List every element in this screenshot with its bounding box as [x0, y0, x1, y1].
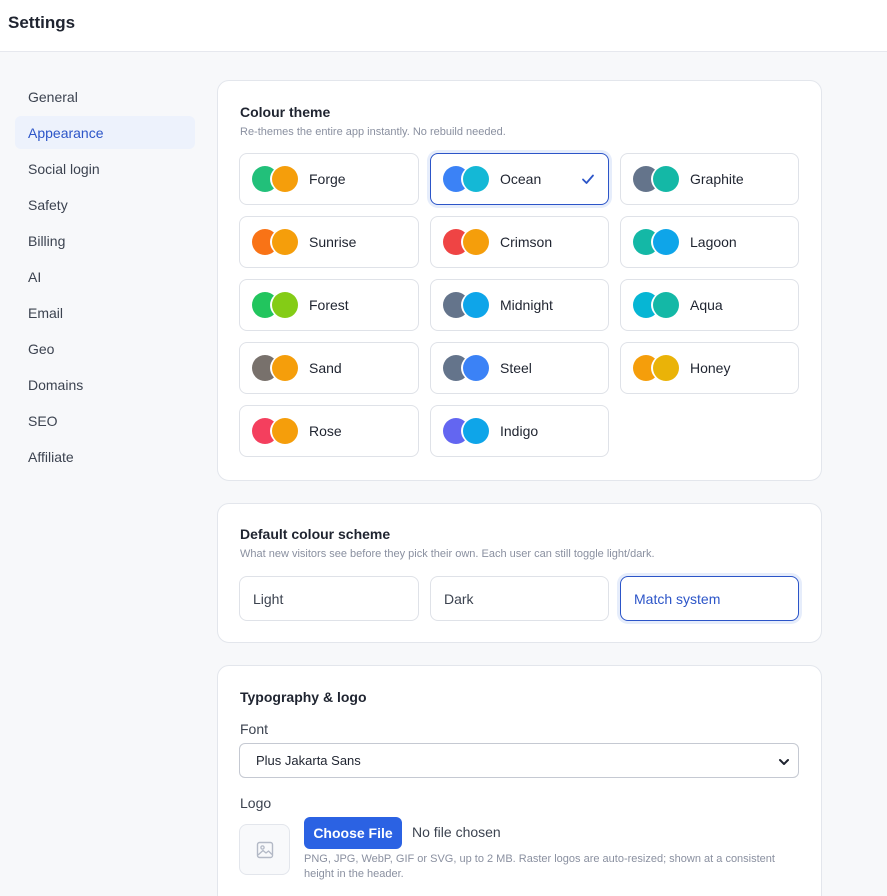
- settings-sidebar: General Appearance Social login Safety B…: [15, 80, 195, 476]
- swatch-dot-secondary: [653, 166, 679, 192]
- swatch-dot-secondary: [653, 355, 679, 381]
- theme-option-forge[interactable]: Forge: [239, 153, 419, 205]
- theme-option-graphite[interactable]: Graphite: [620, 153, 799, 205]
- font-select-value: Plus Jakarta Sans: [256, 753, 361, 768]
- theme-label: Honey: [690, 360, 731, 376]
- theme-option-forest[interactable]: Forest: [239, 279, 419, 331]
- image-icon: [256, 841, 273, 858]
- colour-theme-title: Colour theme: [240, 104, 331, 120]
- swatch-dot-secondary: [272, 229, 298, 255]
- theme-swatch: [633, 229, 681, 255]
- theme-swatch: [252, 418, 300, 444]
- theme-option-sunrise[interactable]: Sunrise: [239, 216, 419, 268]
- sidebar-item-ai[interactable]: AI: [15, 260, 195, 293]
- sidebar-item-appearance[interactable]: Appearance: [15, 116, 195, 149]
- theme-option-sand[interactable]: Sand: [239, 342, 419, 394]
- theme-label: Ocean: [500, 171, 542, 187]
- file-status: No file chosen: [412, 824, 501, 840]
- sidebar-item-social-login[interactable]: Social login: [15, 152, 195, 185]
- theme-option-crimson[interactable]: Crimson: [430, 216, 609, 268]
- theme-grid: Forge Ocean Graphite Sunrise Crimson Lagoon Fo…: [239, 153, 799, 457]
- logo-hint: PNG, JPG, WebP, GIF or SVG, up to 2 MB. …: [304, 853, 775, 880]
- colour-scheme-card: Default colour scheme What new visitors …: [217, 503, 822, 643]
- theme-option-ocean[interactable]: Ocean: [430, 153, 609, 205]
- theme-label: Lagoon: [690, 234, 737, 250]
- theme-label: Rose: [309, 423, 342, 439]
- logo-preview: [239, 824, 290, 875]
- scheme-option-light[interactable]: Light: [239, 576, 419, 621]
- theme-option-midnight[interactable]: Midnight: [430, 279, 609, 331]
- theme-swatch: [252, 355, 300, 381]
- sidebar-item-domains[interactable]: Domains: [15, 368, 195, 401]
- sidebar-item-seo[interactable]: SEO: [15, 404, 195, 437]
- swatch-dot-secondary: [272, 418, 298, 444]
- swatch-dot-secondary: [272, 292, 298, 318]
- theme-swatch: [443, 292, 491, 318]
- swatch-dot-secondary: [463, 418, 489, 444]
- page-title: Settings: [8, 13, 76, 32]
- theme-swatch: [633, 292, 681, 318]
- theme-option-steel[interactable]: Steel: [430, 342, 609, 394]
- theme-swatch: [252, 292, 300, 318]
- logo-label: Logo: [240, 795, 272, 811]
- sidebar-item-email[interactable]: Email: [15, 296, 195, 329]
- colour-scheme-options: Light Dark Match system: [239, 576, 799, 621]
- swatch-dot-secondary: [272, 166, 298, 192]
- font-label: Font: [240, 721, 269, 737]
- theme-swatch: [633, 166, 681, 192]
- colour-scheme-subtitle: What new visitors see before they pick t…: [240, 548, 655, 560]
- theme-swatch: [443, 166, 491, 192]
- theme-label: Aqua: [690, 297, 723, 313]
- theme-label: Sunrise: [309, 234, 357, 250]
- sidebar-item-affiliate[interactable]: Affiliate: [15, 440, 195, 473]
- sidebar-item-geo[interactable]: Geo: [15, 332, 195, 365]
- colour-scheme-title: Default colour scheme: [240, 526, 391, 542]
- theme-label: Sand: [309, 360, 342, 376]
- theme-swatch: [633, 355, 681, 381]
- theme-label: Graphite: [690, 171, 744, 187]
- theme-label: Forest: [309, 297, 349, 313]
- top-bar: Settings: [0, 0, 887, 52]
- choose-file-button[interactable]: Choose File: [304, 817, 402, 849]
- theme-swatch: [252, 166, 300, 192]
- sidebar-item-safety[interactable]: Safety: [15, 188, 195, 221]
- swatch-dot-secondary: [653, 229, 679, 255]
- typography-title: Typography & logo: [240, 689, 367, 705]
- swatch-dot-secondary: [463, 292, 489, 318]
- theme-option-lagoon[interactable]: Lagoon: [620, 216, 799, 268]
- chevron-down-icon: [779, 759, 789, 765]
- swatch-dot-secondary: [463, 355, 489, 381]
- font-select[interactable]: Plus Jakarta Sans: [239, 743, 799, 778]
- theme-swatch: [443, 355, 491, 381]
- swatch-dot-secondary: [463, 229, 489, 255]
- theme-option-indigo[interactable]: Indigo: [430, 405, 609, 457]
- swatch-dot-secondary: [272, 355, 298, 381]
- swatch-dot-secondary: [463, 166, 489, 192]
- theme-option-honey[interactable]: Honey: [620, 342, 799, 394]
- theme-label: Indigo: [500, 423, 539, 439]
- colour-theme-card: Colour theme Re-themes the entire app in…: [217, 80, 822, 481]
- theme-option-rose[interactable]: Rose: [239, 405, 419, 457]
- theme-swatch: [443, 229, 491, 255]
- theme-option-aqua[interactable]: Aqua: [620, 279, 799, 331]
- sidebar-item-billing[interactable]: Billing: [15, 224, 195, 257]
- theme-swatch: [252, 229, 300, 255]
- theme-label: Steel: [500, 360, 532, 376]
- theme-swatch: [443, 418, 491, 444]
- theme-label: Crimson: [500, 234, 553, 250]
- colour-theme-subtitle: Re-themes the entire app instantly. No r…: [240, 126, 506, 138]
- scheme-option-dark[interactable]: Dark: [430, 576, 609, 621]
- sidebar-item-general[interactable]: General: [15, 80, 195, 113]
- swatch-dot-secondary: [653, 292, 679, 318]
- theme-label: Midnight: [500, 297, 553, 313]
- typography-card: Typography & logo Font Plus Jakarta Sans…: [217, 665, 822, 896]
- theme-label: Forge: [309, 171, 346, 187]
- check-icon: [582, 174, 594, 184]
- scheme-option-match-system[interactable]: Match system: [620, 576, 799, 621]
